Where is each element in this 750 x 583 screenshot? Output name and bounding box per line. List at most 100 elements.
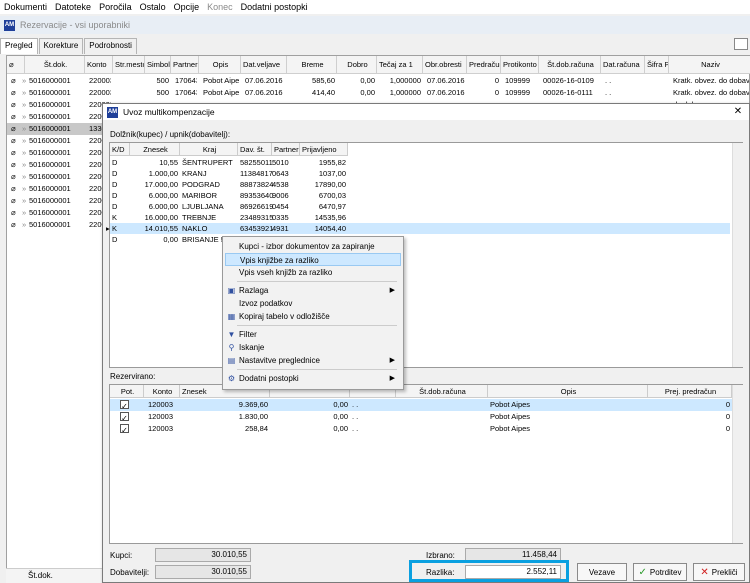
tab-podrobnosti[interactable]: Podrobnosti bbox=[84, 38, 137, 54]
layout-toggle-icon[interactable] bbox=[734, 38, 748, 50]
column-header[interactable]: Partner bbox=[171, 56, 199, 74]
reserved-row[interactable]: ✓ 120003 9.369,60 0,00 . . Pobot Aipes 0 bbox=[110, 399, 734, 411]
paperclip-icon[interactable]: ⌀ bbox=[11, 184, 21, 193]
column-header[interactable]: Dat.računa bbox=[601, 56, 645, 74]
menu-opcije[interactable]: Opcije bbox=[170, 2, 204, 12]
paperclip-icon[interactable]: ⌀ bbox=[11, 124, 21, 133]
partner-row[interactable]: D 17.000,00 PODGRAD 88873824 4538 17890,00 bbox=[110, 179, 730, 190]
cell-datrac: . . bbox=[605, 76, 612, 85]
column-header[interactable]: Simbol bbox=[145, 56, 171, 74]
cell-konto: 220003 bbox=[89, 76, 111, 85]
row-checkbox[interactable]: ✓ bbox=[120, 412, 129, 421]
menu-item-nastavitve[interactable]: ▤ Nastavitve preglednice ▶ bbox=[225, 354, 401, 367]
menu-item-iskanje[interactable]: ⚲ Iskanje bbox=[225, 341, 401, 354]
paperclip-icon[interactable]: ⌀ bbox=[11, 208, 21, 217]
tab-korekture[interactable]: Korekture bbox=[38, 38, 84, 54]
column-header[interactable]: Št.dob.računa bbox=[396, 385, 488, 398]
paperclip-icon[interactable]: ⌀ bbox=[11, 136, 21, 145]
column-header[interactable]: Št.dok. bbox=[25, 56, 85, 74]
cell-tecaj: 1,000000 bbox=[389, 76, 421, 85]
paperclip-icon[interactable]: ⌀ bbox=[11, 76, 21, 85]
cell-partner: 0335 bbox=[272, 213, 289, 222]
cell-opis: Pobot Aipes bbox=[490, 400, 531, 409]
menu-dokumenti[interactable]: Dokumenti bbox=[0, 2, 51, 12]
column-header[interactable]: Šifra Pl bbox=[645, 56, 669, 74]
menu-item-razlaga[interactable]: ▣ Razlaga ▶ bbox=[225, 284, 401, 297]
table-row[interactable]: ⌀»5016000001 220003 500 170643 Pobot Aipes 07… bbox=[7, 75, 749, 87]
paperclip-icon[interactable]: ⌀ bbox=[11, 196, 21, 205]
reserved-row[interactable]: ✓ 120003 258,84 0,00 . . Pobot Aipes 0 bbox=[110, 423, 734, 435]
column-header[interactable]: Prej. predračun bbox=[648, 385, 732, 398]
column-header[interactable]: Obr.obresti bbox=[423, 56, 467, 74]
column-header[interactable]: Znesek bbox=[130, 143, 180, 156]
cell-dok: 5016000001 bbox=[29, 196, 71, 205]
paperclip-icon[interactable]: ⌀ bbox=[11, 112, 21, 121]
column-header[interactable]: Konto bbox=[144, 385, 180, 398]
cell-pred: 0 bbox=[725, 424, 730, 433]
menu-item-dodatni-postopki[interactable]: ⚙ Dodatni postopki ▶ bbox=[225, 372, 401, 385]
paperclip-icon[interactable]: ⌀ bbox=[11, 148, 21, 157]
column-header[interactable]: Naziv bbox=[669, 56, 750, 74]
menu-dodatni-postopki[interactable]: Dodatni postopki bbox=[237, 2, 312, 12]
column-header[interactable]: Predračun bbox=[467, 56, 501, 74]
potrditev-button[interactable]: ✓ Potrditev bbox=[633, 563, 687, 581]
menu-separator bbox=[237, 325, 397, 326]
column-header[interactable]: Dat.veljave bbox=[241, 56, 287, 74]
paperclip-icon[interactable]: ⌀ bbox=[11, 88, 21, 97]
column-header[interactable]: Št.dob.računa bbox=[539, 56, 601, 74]
column-header[interactable]: K/D bbox=[110, 143, 130, 156]
vertical-scrollbar[interactable] bbox=[732, 143, 743, 367]
column-header[interactable]: Opis bbox=[199, 56, 241, 74]
column-header[interactable]: Opis bbox=[488, 385, 648, 398]
row-checkbox[interactable]: ✓ bbox=[120, 424, 129, 433]
row-checkbox[interactable]: ✓ bbox=[120, 400, 129, 409]
menu-konec[interactable]: Konec bbox=[203, 2, 237, 12]
column-header[interactable]: Breme bbox=[287, 56, 337, 74]
preklici-button[interactable]: ✕ Prekliči bbox=[693, 563, 745, 581]
paperclip-icon[interactable]: ⌀ bbox=[11, 160, 21, 169]
column-header-attach[interactable]: ⌀ bbox=[7, 56, 25, 74]
menu-item-kupci-izbor[interactable]: Kupci - izbor dokumentov za zapiranje bbox=[225, 240, 401, 253]
partner-row[interactable]: D 6.000,00 LJUBLJANA 86926619 0454 6470,97 bbox=[110, 201, 730, 212]
column-header[interactable]: Str.mesto bbox=[113, 56, 145, 74]
cell-kd: K bbox=[112, 213, 118, 222]
cell-c5: . . bbox=[352, 400, 359, 409]
menu-item-kopiraj[interactable]: ▦ Kopiraj tabelo v odložišče bbox=[225, 310, 401, 323]
menu-item-izvoz[interactable]: Izvoz podatkov bbox=[225, 297, 401, 310]
column-header[interactable]: Kraj bbox=[180, 143, 238, 156]
column-header[interactable]: Partner bbox=[272, 143, 300, 156]
vezave-button[interactable]: Vezave bbox=[577, 563, 627, 581]
partner-row[interactable]: K 16.000,00 TREBNJE 23489315 0335 14535,96 bbox=[110, 212, 730, 223]
menu-item-vpis-vseh-knjizb[interactable]: Vpis vseh knjižb za razliko bbox=[225, 266, 401, 279]
column-header[interactable]: Dobro bbox=[337, 56, 377, 74]
main-window-title-bar: AM Rezervacije - vsi uporabniki bbox=[0, 16, 750, 34]
column-header[interactable]: Prijavljeno bbox=[300, 143, 348, 156]
partner-row[interactable]: D 10,55 ŠENTRUPERT 58255011 5010 1955,82 bbox=[110, 157, 730, 168]
partner-row[interactable]: ▸ K 14.010,55 NAKLO 63453921 4931 14054,40 bbox=[106, 223, 730, 234]
partner-row[interactable]: D 0,00 BRISANJE ! bbox=[110, 234, 730, 245]
column-header[interactable]: Tečaj za 1 bbox=[377, 56, 423, 74]
table-row[interactable]: ⌀»5016000001 220003 500 170643 Pobot Aipes 07… bbox=[7, 87, 749, 99]
paperclip-icon[interactable]: ⌀ bbox=[11, 220, 21, 229]
search-icon: ⚲ bbox=[228, 343, 235, 352]
reserved-row[interactable]: ✓ 120003 1.830,00 0,00 . . Pobot Aipes 0 bbox=[110, 411, 734, 423]
menu-item-vpis-knjizbe[interactable]: Vpis knjižbe za razliko bbox=[225, 253, 401, 266]
paperclip-icon[interactable]: ⌀ bbox=[11, 100, 21, 109]
vezave-label: Vezave bbox=[588, 567, 616, 577]
menu-datoteke[interactable]: Datoteke bbox=[51, 2, 95, 12]
column-header[interactable]: Dav. št. bbox=[238, 143, 272, 156]
close-icon[interactable]: ✕ bbox=[731, 106, 745, 118]
partner-row[interactable]: D 1.000,00 KRANJ 11384817 0643 1037,00 bbox=[110, 168, 730, 179]
column-header[interactable]: Konto bbox=[85, 56, 113, 74]
menu-item-filter[interactable]: ▼ Filter bbox=[225, 328, 401, 341]
menu-ostalo[interactable]: Ostalo bbox=[136, 2, 170, 12]
cell-davst: 11384817 bbox=[240, 169, 273, 178]
cell-prijav: 6700,03 bbox=[318, 191, 346, 200]
tab-pregled[interactable]: Pregled bbox=[0, 38, 38, 54]
partner-row[interactable]: D 6.000,00 MARIBOR 89353640 9006 6700,03 bbox=[110, 190, 730, 201]
menu-porocila[interactable]: Poročila bbox=[95, 2, 136, 12]
column-header[interactable]: Pot. bbox=[110, 385, 144, 398]
paperclip-icon[interactable]: ⌀ bbox=[11, 172, 21, 181]
vertical-scrollbar[interactable] bbox=[732, 385, 743, 543]
column-header[interactable]: Protikonto bbox=[501, 56, 539, 74]
